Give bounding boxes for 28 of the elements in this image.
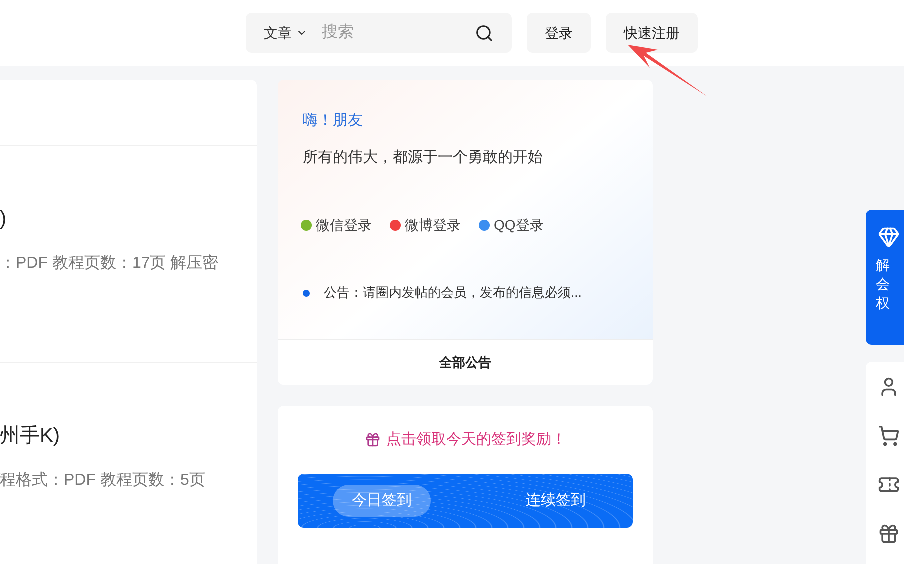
vip-unlock-panel[interactable]: 解 会 权 <box>866 210 904 345</box>
header-button[interactable]: 登录 <box>527 13 591 53</box>
vip-text: 会 <box>876 275 891 294</box>
cart-icon[interactable] <box>878 425 900 447</box>
search-input[interactable]: 搜索 <box>322 21 462 45</box>
post-title[interactable]: ) <box>0 204 257 234</box>
notice-text[interactable]: 公告：请圈内发帖的会员，发布的信息必须... <box>324 283 582 303</box>
vip-text: 权 <box>876 294 891 313</box>
login-link[interactable]: 微博登录 <box>405 215 461 236</box>
login-link[interactable]: 微信登录 <box>316 215 372 236</box>
login-link[interactable]: QQ登录 <box>494 215 544 236</box>
greeting-text: 嗨！朋友 <box>303 111 364 131</box>
vip-text: 解 <box>876 256 891 275</box>
motto-text: 所有的伟大，都源于一个勇敢的开始 <box>303 148 544 168</box>
checkin-prompt[interactable]: 点击领取今天的签到奖励！ <box>386 428 566 452</box>
post-meta: 程格式：PDF 教程页数：5页 <box>0 470 206 491</box>
bullet-icon <box>303 290 310 296</box>
gift-icon[interactable] <box>878 523 900 545</box>
post-meta: ：PDF 教程页数：17页 解压密 <box>0 254 220 274</box>
category-dropdown[interactable]: 文章 <box>264 22 308 44</box>
search-field[interactable]: 文章 搜索 <box>246 13 512 53</box>
diamond-icon <box>878 226 900 248</box>
header-button[interactable]: 快速注册 <box>606 13 698 53</box>
gift-icon <box>364 432 380 448</box>
search-icon[interactable] <box>475 24 494 42</box>
post-title[interactable]: 州手K) <box>0 421 257 451</box>
checkin-tab[interactable]: 连续签到 <box>507 485 605 517</box>
all-notices-button[interactable]: 全部公告 <box>278 339 653 385</box>
